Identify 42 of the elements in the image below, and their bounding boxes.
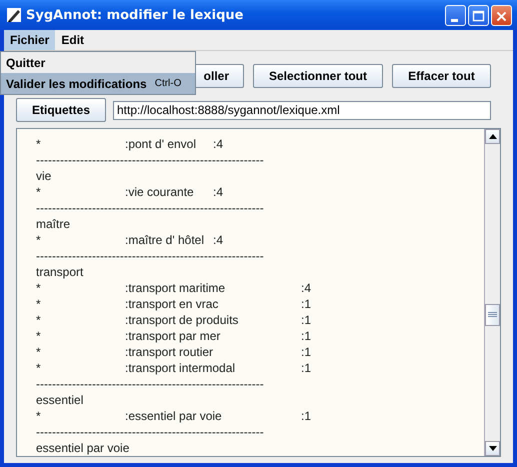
entry-count: :4 [301, 280, 312, 296]
entry-marker: * [36, 328, 42, 344]
entry-count: :1 [301, 408, 312, 424]
entry-term: :transport de produits [125, 312, 240, 328]
separator-line: --------------------------------------------------------- [36, 248, 265, 264]
entry-term: :transport maritime [125, 280, 226, 296]
entry-marker: * [36, 232, 42, 248]
entry-count: :1 [301, 312, 312, 328]
separator-line: --------------------------------------------------------- [36, 152, 265, 168]
entry-term: :transport routier [125, 344, 214, 360]
entry-marker: * [36, 184, 42, 200]
entry-term: :pont d' envol [125, 136, 198, 152]
entry-count: :1 [301, 296, 312, 312]
separator-line: --------------------------------------------------------- [36, 200, 265, 216]
entry-marker: * [36, 296, 42, 312]
separator-line: --------------------------------------------------------- [36, 424, 265, 440]
lexicon-headword: transport [36, 264, 84, 280]
entry-marker: * [36, 136, 42, 152]
lexicon-headword: maître [36, 216, 72, 232]
entry-marker: * [36, 280, 42, 296]
entry-term: :essentiel par voie [125, 408, 223, 424]
entry-count: :1 [301, 360, 312, 376]
entry-term: :transport par mer [125, 328, 222, 344]
entry-count: :4 [213, 136, 224, 152]
entry-count: :1 [301, 328, 312, 344]
entry-marker: * [36, 344, 42, 360]
entry-marker: * [36, 360, 42, 376]
entry-marker: * [36, 312, 42, 328]
entry-term: :transport intermodal [125, 360, 236, 376]
entry-marker: * [36, 408, 42, 424]
lexicon-headword: essentiel [36, 392, 84, 408]
entry-term: :transport en vrac [125, 296, 220, 312]
lexicon-headword: essentiel par voie [36, 440, 130, 456]
lexicon-headword: vie [36, 168, 52, 184]
shortcut-label: Ctrl-O [154, 78, 182, 89]
entry-count: :4 [213, 184, 224, 200]
entry-count: :1 [301, 344, 312, 360]
entry-term: :maître d' hôtel [125, 232, 205, 248]
separator-line: --------------------------------------------------------- [36, 376, 265, 392]
entry-term: :vie courante [125, 184, 195, 200]
window-title: SygAnnot: modifier le lexique [26, 8, 245, 22]
entry-count: :4 [213, 232, 224, 248]
